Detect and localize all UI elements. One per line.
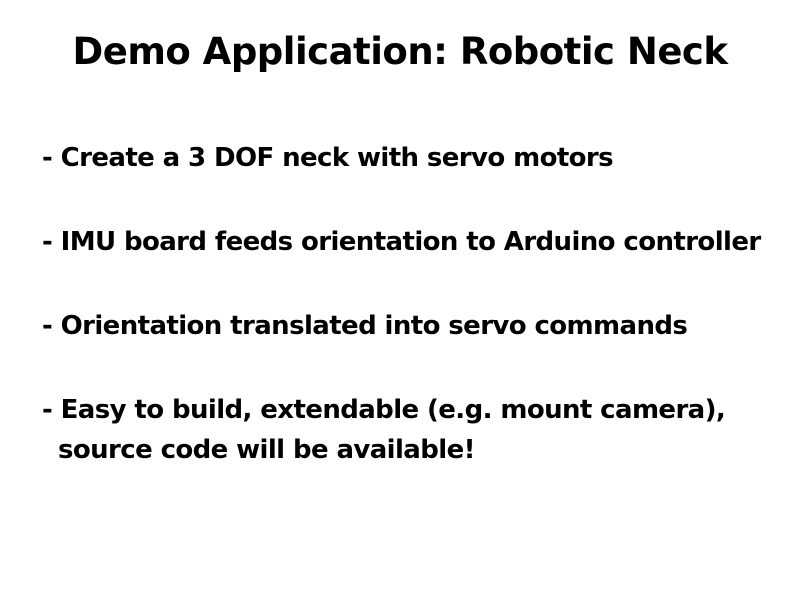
bullet-continuation: source code will be available!	[58, 435, 475, 465]
bullet-item: - Create a 3 DOF neck with servo motors	[42, 138, 792, 178]
bullet-text: - IMU board feeds orientation to Arduino…	[42, 227, 761, 257]
slide: Demo Application: Robotic Neck - Create …	[0, 0, 800, 600]
bullet-text: - Easy to build, extendable (e.g. mount …	[42, 395, 726, 425]
bullet-list: - Create a 3 DOF neck with servo motors …	[42, 138, 792, 514]
bullet-text: - Create a 3 DOF neck with servo motors	[42, 143, 614, 173]
slide-title: Demo Application: Robotic Neck	[72, 30, 728, 73]
bullet-item: - IMU board feeds orientation to Arduino…	[42, 222, 792, 262]
bullet-text: - Orientation translated into servo comm…	[42, 311, 688, 341]
bullet-item: - Orientation translated into servo comm…	[42, 306, 792, 346]
bullet-item: - Easy to build, extendable (e.g. mount …	[42, 390, 792, 470]
